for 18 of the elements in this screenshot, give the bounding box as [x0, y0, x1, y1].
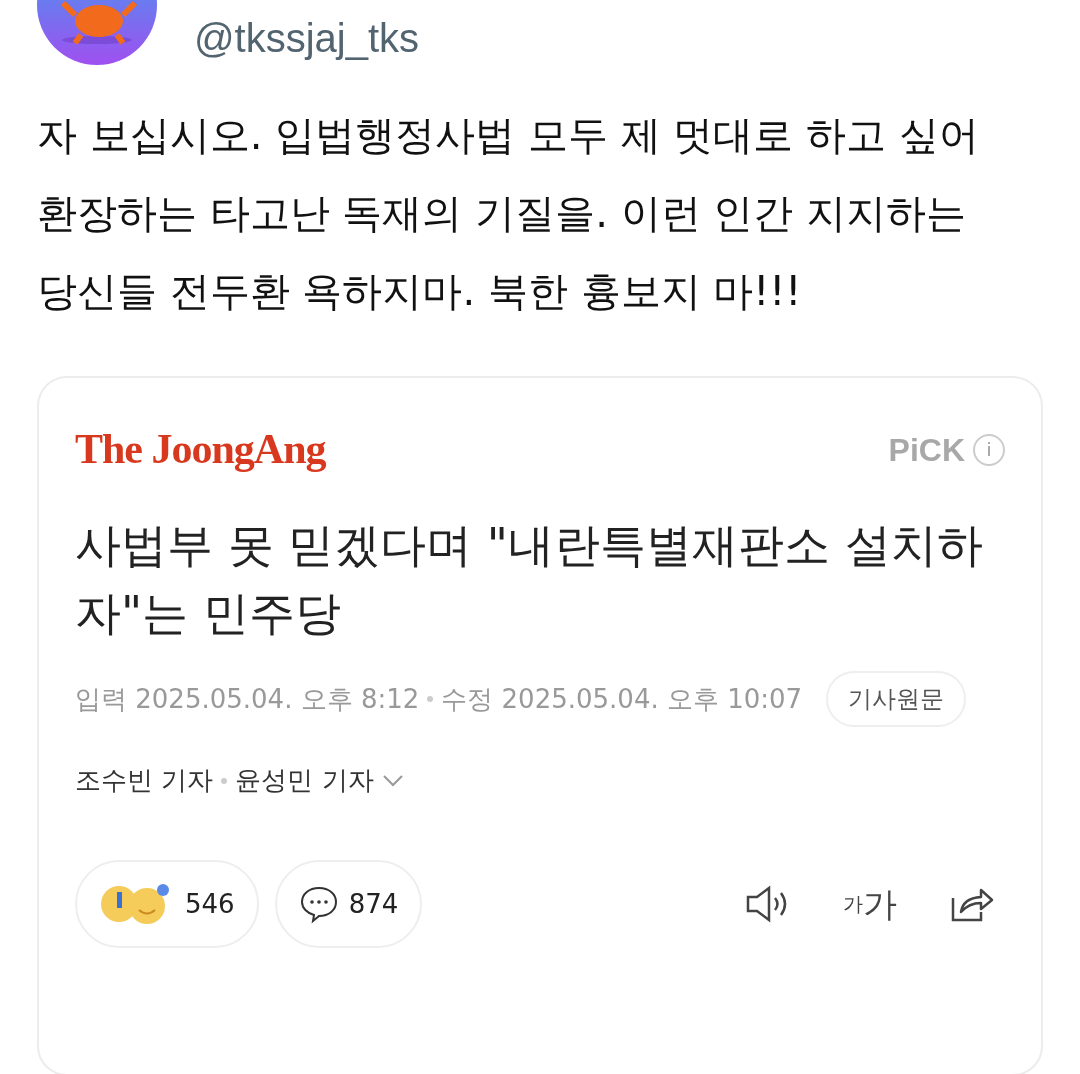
- font-size-button[interactable]: 가가: [843, 878, 897, 930]
- pick-label: PiCK: [888, 430, 965, 470]
- post-text: 자 보십시오. 입법행정사법 모두 제 멋대로 하고 싶어 환장하는 타고난 독재의 기질을. 이런 인간 지지하는 당신들 전두환 욕하지마. 북한 흉보지 마!!!: [37, 111, 980, 316]
- news-card[interactable]: The JoongAng PiCK i 사법부 못 믿겠다며 "내란특별재판소 설치하자"는 민주당 입력 2025.05.04. 오후 8:12 수정 2025.05.04. 오후 10:07 기사원문 조수빈 기자 윤성민 기자 546 874 가가: [37, 376, 1043, 1074]
- reporter-name[interactable]: 조수빈 기자: [75, 761, 214, 800]
- comment-icon: [298, 884, 339, 924]
- user-handle[interactable]: @tkssjaj_tks: [194, 8, 420, 68]
- comment-button[interactable]: 874: [274, 860, 423, 948]
- original-article-button[interactable]: 기사원문: [826, 671, 967, 727]
- reaction-count: 546: [185, 887, 235, 921]
- article-headline: 사법부 못 믿겠다며 "내란특별재판소 설치하자"는 민주당: [75, 517, 984, 642]
- reporter-name[interactable]: 윤성민 기자: [235, 761, 374, 800]
- published-date: 입력 2025.05.04. 오후 8:12: [75, 682, 420, 716]
- publisher-logo[interactable]: The JoongAng: [75, 418, 326, 481]
- comment-count: 874: [348, 887, 399, 921]
- updated-date: 수정 2025.05.04. 오후 10:07: [441, 682, 803, 716]
- chevron-icon[interactable]: [381, 773, 404, 788]
- reaction-button[interactable]: 546: [75, 860, 259, 948]
